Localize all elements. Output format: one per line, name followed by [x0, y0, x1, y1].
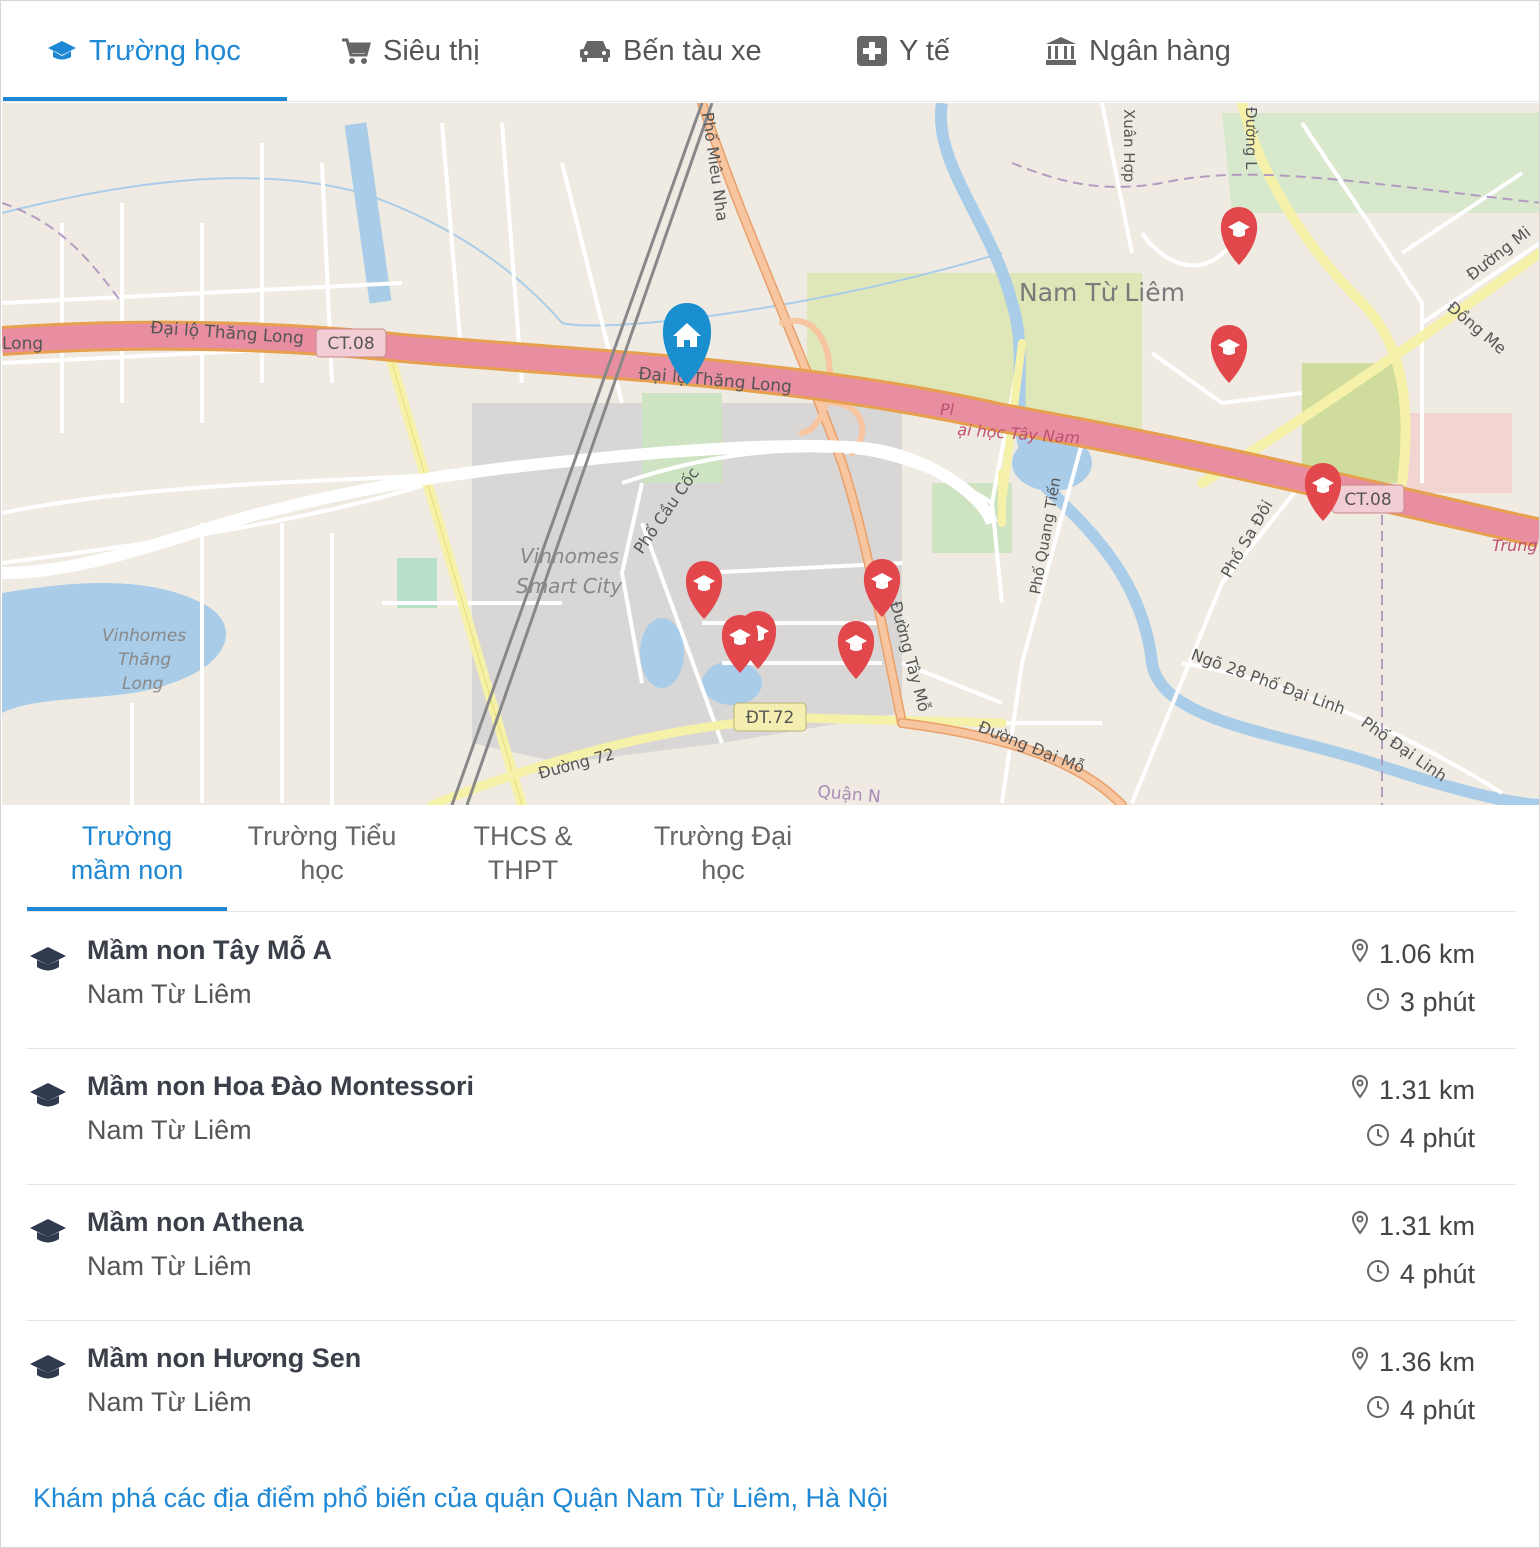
time-value: 4 phút — [1399, 1123, 1475, 1153]
time-value: 3 phút — [1399, 987, 1475, 1017]
distance: 1.06 km — [1351, 939, 1475, 970]
distance-value: 1.36 km — [1378, 1347, 1475, 1377]
tab-label-line: học — [701, 855, 745, 885]
distance: 1.31 km — [1351, 1075, 1475, 1106]
cart-icon — [341, 37, 371, 65]
map-view[interactable]: CT.08 CT.08 ĐT.72 Long Đại lộ Thăng Long… — [2, 103, 1539, 805]
car-icon — [579, 38, 611, 64]
clock-icon — [1366, 1395, 1390, 1426]
map-label: Vinhomes — [520, 544, 619, 568]
map-label: Thăng — [118, 650, 171, 670]
travel-time: 4 phút — [1366, 1259, 1475, 1290]
school-name[interactable]: Mầm non Athena — [87, 1207, 304, 1238]
tab-dai-hoc[interactable]: Trường Đại học — [623, 819, 823, 887]
tab-label: Siêu thị — [383, 34, 480, 67]
pond-1 — [640, 618, 684, 688]
school-name[interactable]: Mầm non Hương Sen — [87, 1343, 361, 1374]
school-name[interactable]: Mầm non Hoa Đào Montessori — [87, 1071, 474, 1102]
school-district: Nam Từ Liêm — [87, 1115, 252, 1145]
bank-icon — [1045, 36, 1077, 66]
hospital-area — [1402, 413, 1512, 493]
graduation-cap-icon — [29, 1215, 67, 1252]
map-label: ĐT.72 — [746, 708, 795, 728]
tab-label: Y tế — [899, 34, 951, 67]
tab-thcs-thpt[interactable]: THCS & THPT — [423, 819, 623, 887]
travel-time: 3 phút — [1366, 987, 1475, 1018]
map-label: Nam Từ Liêm — [1019, 278, 1185, 307]
tab-y-te[interactable]: Y tế — [857, 1, 950, 101]
distance-value: 1.31 km — [1378, 1075, 1475, 1105]
travel-time: 4 phút — [1366, 1395, 1475, 1426]
park-small-3 — [397, 558, 437, 608]
map-label: Smart City — [516, 574, 623, 598]
list-item[interactable]: Mầm non Tây Mỗ A Nam Từ Liêm 1.06 km 3 p… — [27, 913, 1515, 1049]
tab-tieu-hoc[interactable]: Trường Tiểu học — [222, 819, 422, 887]
map-label: Trung — [1492, 536, 1538, 555]
map-label: Xuân Hợp — [1120, 109, 1138, 182]
location-pin-icon — [1351, 1211, 1369, 1242]
school-name[interactable]: Mầm non Tây Mỗ A — [87, 935, 332, 966]
explore-district-link[interactable]: Khám phá các địa điểm phổ biến của quận … — [33, 1483, 888, 1514]
school-district: Nam Từ Liêm — [87, 979, 252, 1009]
pond-2 — [702, 661, 762, 705]
map-label: Pl — [940, 400, 955, 419]
location-pin-icon — [1351, 939, 1369, 970]
tab-label-line: Trường — [81, 821, 173, 851]
tab-truong-hoc[interactable]: Trường học — [47, 1, 241, 101]
tab-ngan-hang[interactable]: Ngân hàng — [1045, 1, 1231, 101]
tab-label-line: THCS & — [473, 821, 573, 851]
location-pin-icon — [1351, 1347, 1369, 1378]
tab-label-line: Trường Đại — [653, 821, 793, 851]
map-label: Long — [122, 674, 164, 694]
map-label: Long — [2, 334, 43, 354]
school-list: Mầm non Tây Mỗ A Nam Từ Liêm 1.06 km 3 p… — [27, 913, 1515, 1456]
location-pin-icon — [1351, 1075, 1369, 1106]
school-district: Nam Từ Liêm — [87, 1387, 252, 1417]
distance-value: 1.31 km — [1378, 1211, 1475, 1241]
map-label: CT.08 — [1344, 490, 1391, 510]
clock-icon — [1366, 1123, 1390, 1154]
list-item[interactable]: Mầm non Hương Sen Nam Từ Liêm 1.36 km 4 … — [27, 1321, 1515, 1456]
category-tabs: Trường học Siêu thị Bến tàu xe Y tế Ngân… — [1, 1, 1539, 102]
active-tab-indicator — [3, 97, 287, 101]
distance: 1.31 km — [1351, 1211, 1475, 1242]
graduation-cap-icon — [29, 1351, 67, 1388]
distance: 1.36 km — [1351, 1347, 1475, 1378]
graduation-cap-icon — [47, 39, 77, 63]
graduation-cap-icon — [29, 943, 67, 980]
amenities-widget: Trường học Siêu thị Bến tàu xe Y tế Ngân… — [0, 0, 1540, 1548]
graduation-cap-icon — [29, 1079, 67, 1116]
dt72-shield: ĐT.72 — [733, 702, 807, 732]
tab-label: Bến tàu xe — [623, 34, 762, 67]
tab-label: Trường học — [89, 34, 241, 67]
list-item[interactable]: Mầm non Athena Nam Từ Liêm 1.31 km 4 phú… — [27, 1185, 1515, 1321]
active-subtab-indicator — [27, 907, 227, 911]
clock-icon — [1366, 987, 1390, 1018]
tab-sieu-thi[interactable]: Siêu thị — [341, 1, 480, 101]
list-item[interactable]: Mầm non Hoa Đào Montessori Nam Từ Liêm 1… — [27, 1049, 1515, 1185]
map-label: Đường L — [1242, 107, 1260, 170]
park-small — [642, 393, 722, 483]
tab-label-line: mầm non — [70, 855, 184, 885]
tab-label: Ngân hàng — [1089, 34, 1231, 67]
school-district: Nam Từ Liêm — [87, 1251, 252, 1281]
time-value: 4 phút — [1399, 1259, 1475, 1289]
clock-icon — [1366, 1259, 1390, 1290]
school-type-tabs: Trường mầm non Trường Tiểu học THCS & TH… — [27, 807, 1515, 912]
distance-value: 1.06 km — [1378, 939, 1475, 969]
tab-label-line: học — [300, 855, 344, 885]
tab-ben-tau-xe[interactable]: Bến tàu xe — [579, 1, 762, 101]
time-value: 4 phút — [1399, 1395, 1475, 1425]
tab-label-line: Trường Tiểu — [247, 821, 397, 851]
medical-plus-icon — [857, 36, 887, 66]
map-label: Vinhomes — [102, 626, 186, 646]
tab-label-line: THPT — [487, 855, 559, 885]
ct08-shield-b: CT.08 — [1331, 484, 1405, 514]
ct08-shield-a: CT.08 — [315, 328, 387, 358]
map-label: CT.08 — [327, 334, 374, 354]
travel-time: 4 phút — [1366, 1123, 1475, 1154]
tab-mam-non[interactable]: Trường mầm non — [27, 819, 227, 887]
